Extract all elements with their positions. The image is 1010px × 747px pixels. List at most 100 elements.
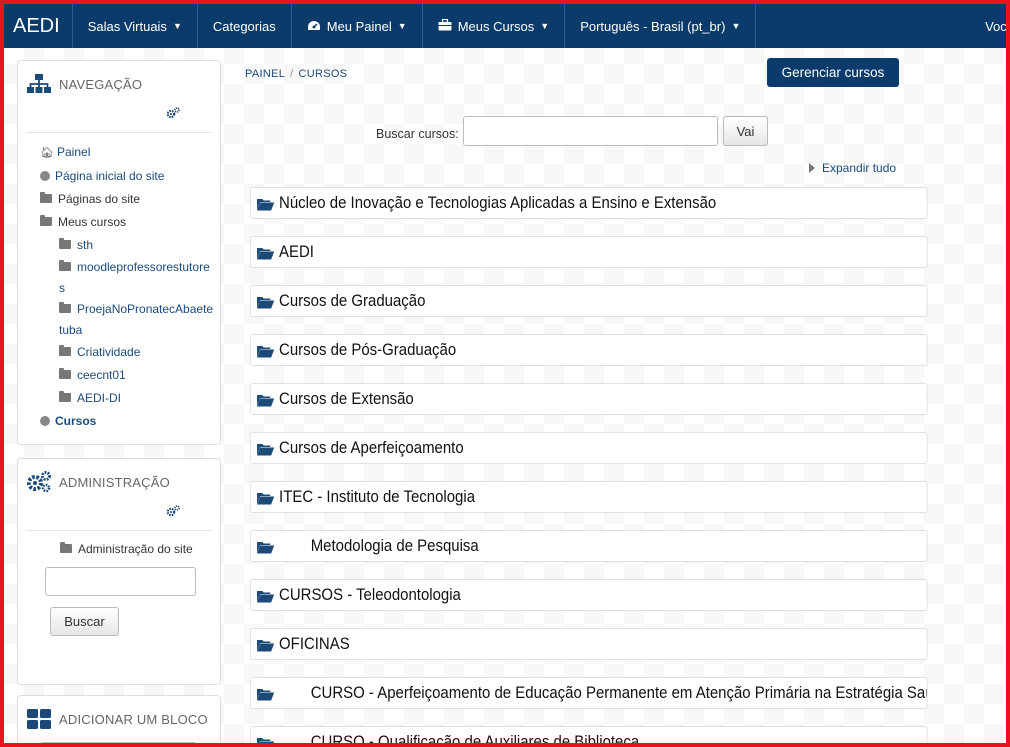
user-menu-label: Você [985,18,1007,34]
add-block-title: ADICIONAR UM BLOCO [59,711,208,727]
folder-open-icon [256,441,275,456]
nav-salas-virtuais[interactable]: Salas Virtuais ▼ [73,4,198,48]
dashboard-icon [307,19,321,34]
nav-node-cursos[interactable]: Cursos [40,410,220,433]
category-label[interactable]: CURSO - Aperfeiçoamento de Educação Perm… [279,683,927,703]
folder-open-icon [256,735,275,743]
bullet-icon [40,170,50,181]
administration-block-header: ADMINISTRAÇÃO [18,459,220,505]
nav-node-label: Páginas do site [58,192,141,206]
block-actions [26,107,212,133]
folder-open-icon [256,539,275,554]
add-block-block: ADICIONAR UM BLOCO [17,695,221,743]
manage-courses-button[interactable]: Gerenciar cursos [767,58,899,87]
category-label[interactable]: Cursos de Pós-Graduação [279,340,456,360]
category-row[interactable]: Cursos de Graduação [250,285,928,317]
caret-down-icon: ▼ [540,21,550,31]
nav-node-ceecnt01[interactable]: ceecnt01 [40,364,220,387]
category-row[interactable]: CURSOS - Teleodontologia [250,579,928,611]
folder-icon [40,215,52,227]
category-label[interactable]: ITEC - Instituto de Tecnologia [279,487,475,507]
category-label[interactable]: Metodologia de Pesquisa [279,536,479,556]
nav-meu-painel[interactable]: Meu Painel ▼ [292,4,423,48]
nav-node-paginas-site[interactable]: Páginas do site [40,188,220,211]
admin-search-button[interactable]: Buscar [50,607,119,636]
category-label[interactable]: Cursos de Extensão [279,389,414,409]
category-row[interactable]: CURSO - Qualificação de Auxiliares de Bi… [250,726,928,743]
nav-node-proeja[interactable]: ProejaNoPronatecAbaetetuba [40,299,215,341]
nav-categorias[interactable]: Categorias [198,4,292,48]
category-label[interactable]: Cursos de Aperfeiçoamento [279,438,464,458]
block-actions [26,505,212,531]
category-row[interactable]: Cursos de Extensão [250,383,928,415]
caret-down-icon: ▼ [731,21,741,31]
navigation-block-header: NAVEGAÇÃO [18,61,220,107]
nav-meu-painel-label: Meu Painel [326,18,392,34]
category-label[interactable]: CURSO - Qualificação de Auxiliares de Bi… [279,732,639,743]
site-brand[interactable]: AEDI [4,4,73,48]
triangle-right-icon [809,162,815,173]
navigation-block-title: NAVEGAÇÃO [59,76,143,92]
nav-node-label: moodleprofessorestutores [59,260,210,295]
nav-node-sth[interactable]: sth [40,234,220,257]
category-label[interactable]: Cursos de Graduação [279,291,425,311]
category-label[interactable]: OFICINAS [279,634,350,654]
nav-node-moodleprofessores[interactable]: moodleprofessorestutores [40,257,215,299]
category-row[interactable]: Metodologia de Pesquisa [250,530,928,562]
folder-open-icon [60,542,72,554]
course-search-button[interactable]: Vai [723,116,768,146]
admin-search-input[interactable] [45,567,196,596]
sitemap-icon [26,73,52,95]
nav-node-pagina-inicial[interactable]: Página inicial do site [40,165,220,188]
category-row[interactable]: CURSO - Aperfeiçoamento de Educação Perm… [250,677,928,709]
administration-block-title: ADMINISTRAÇÃO [59,474,170,490]
category-row[interactable]: Cursos de Aperfeiçoamento [250,432,928,464]
nav-node-meus-cursos[interactable]: Meus cursos [40,211,220,234]
admin-site-link[interactable]: Administração do site [18,531,220,560]
nav-node-label: ceecnt01 [77,368,126,382]
folder-open-icon [256,294,275,309]
folder-open-icon [256,245,275,260]
user-menu[interactable]: Você [985,4,1007,48]
cogs-icon[interactable] [166,107,180,122]
breadcrumb-item-cursos[interactable]: CURSOS [298,68,347,80]
folder-open-icon [256,490,275,505]
top-navbar: AEDI Salas Virtuais ▼ Categorias Meu Pai… [4,4,1007,48]
cogs-icon[interactable] [166,505,180,520]
category-label[interactable]: Núcleo de Inovação e Tecnologias Aplicad… [279,193,716,213]
nav-node-label: Meus cursos [58,215,127,229]
folder-icon [59,345,71,357]
category-label[interactable]: CURSOS - Teleodontologia [279,585,461,605]
expand-all-label: Expandir tudo [822,161,897,175]
nav-node-painel[interactable]: 🏠︎ Painel [40,141,220,165]
course-search-input[interactable] [463,116,718,146]
nav-language-label: Português - Brasil (pt_br) [580,18,726,34]
breadcrumb-item-painel[interactable]: PAINEL [245,68,285,80]
nav-node-label: Painel [57,145,91,159]
category-label[interactable]: AEDI [279,242,314,262]
nav-meus-cursos[interactable]: Meus Cursos ▼ [423,4,566,48]
folder-open-icon [256,588,275,603]
category-row[interactable]: Núcleo de Inovação e Tecnologias Aplicad… [250,187,928,219]
home-icon: 🏠︎ [40,147,54,159]
folder-icon [59,238,71,250]
category-row[interactable]: OFICINAS [250,628,928,660]
caret-down-icon: ▼ [397,21,407,31]
folder-open-icon [256,637,275,652]
nav-language[interactable]: Português - Brasil (pt_br) ▼ [565,4,757,48]
breadcrumb-separator: / [290,68,294,80]
page-frame: AEDI Salas Virtuais ▼ Categorias Meu Pai… [0,0,1010,747]
category-row[interactable]: Cursos de Pós-Graduação [250,334,928,366]
nav-node-aedi-di[interactable]: AEDI-DI [40,387,220,410]
grid-icon [26,708,52,730]
nav-node-criatividade[interactable]: Criatividade [40,341,220,364]
category-row[interactable]: ITEC - Instituto de Tecnologia [250,481,928,513]
course-search-label: Buscar cursos: [376,127,459,141]
add-block-select[interactable] [40,742,197,743]
category-row[interactable]: AEDI [250,236,928,268]
folder-icon [59,391,71,403]
nav-node-label: Criatividade [77,345,141,359]
expand-all-link[interactable]: Expandir tudo [809,161,896,175]
nav-categorias-label: Categorias [212,18,276,34]
nav-node-label: Página inicial do site [55,169,165,183]
